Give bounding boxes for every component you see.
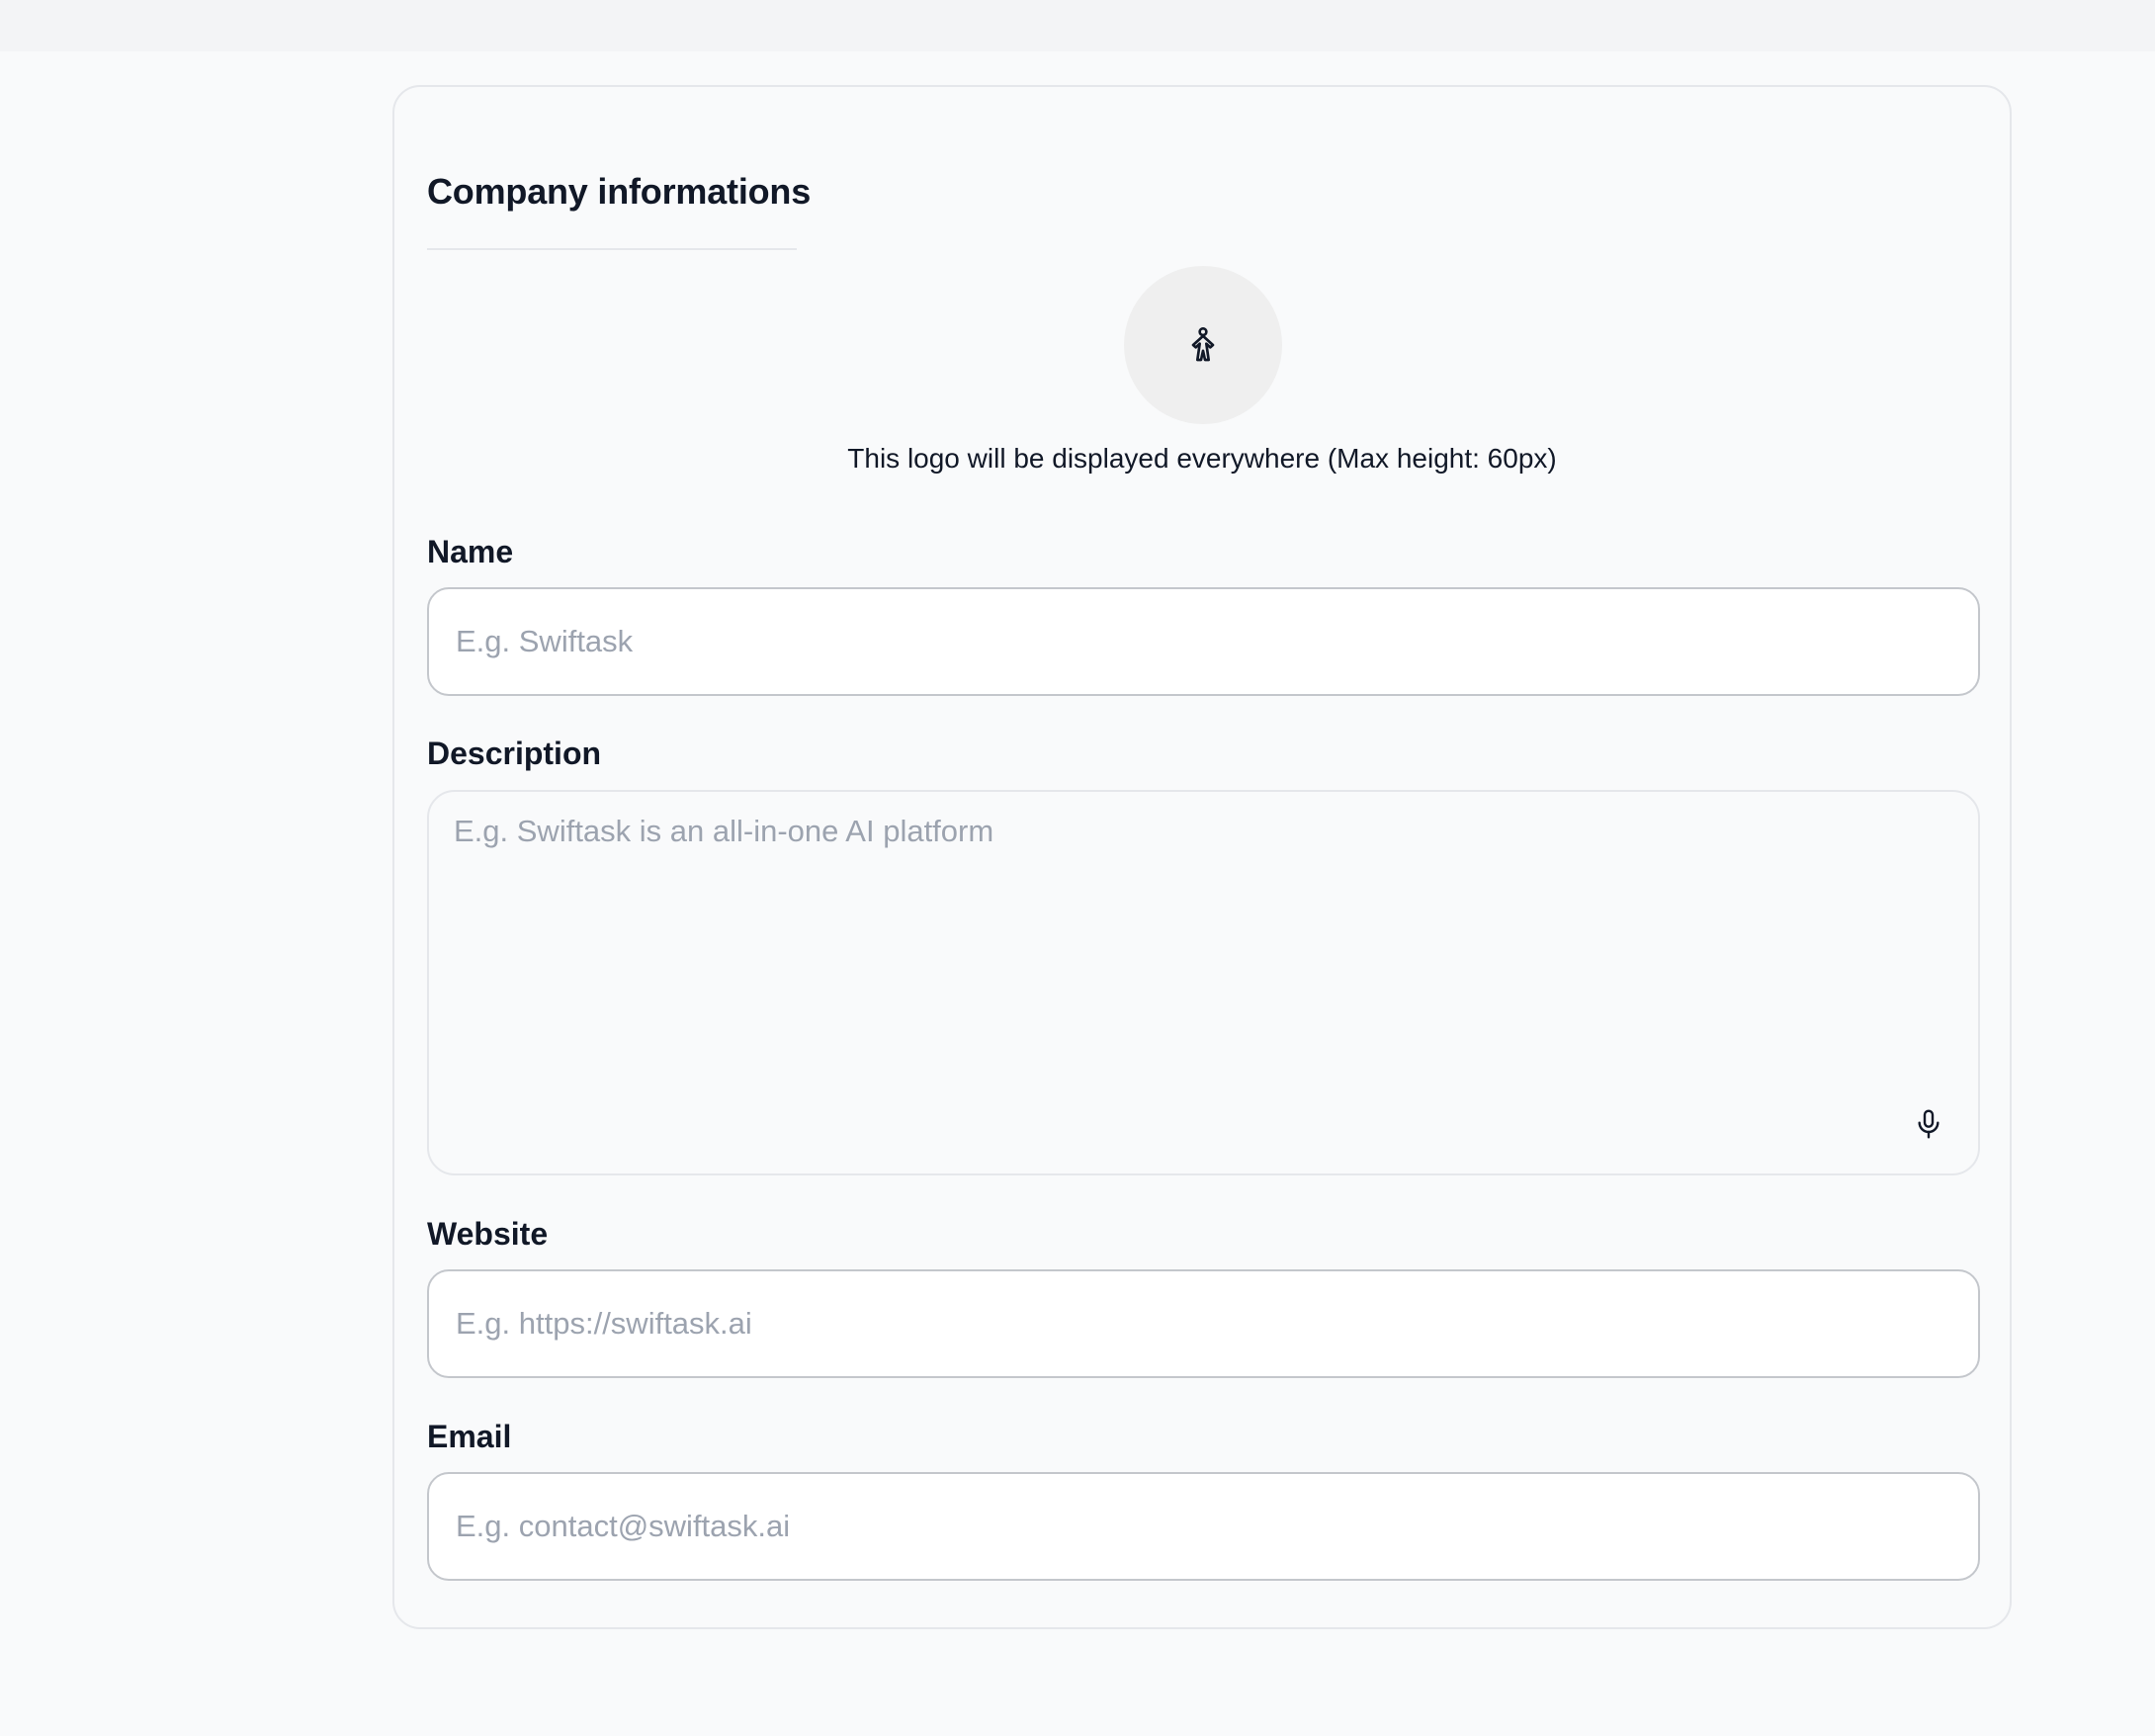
description-label: Description: [427, 736, 602, 771]
website-label: Website: [427, 1216, 549, 1252]
description-field: [427, 790, 1980, 1175]
description-textarea[interactable]: [429, 792, 1978, 1173]
website-input[interactable]: [427, 1269, 1980, 1378]
logo-caption: This logo will be displayed everywhere (…: [847, 443, 1557, 474]
name-label: Name: [427, 534, 514, 569]
company-info-card: Company informations This logo will be d…: [392, 85, 2012, 1629]
microphone-icon: [1918, 1109, 1940, 1139]
voice-input-button[interactable]: [1909, 1104, 1948, 1144]
name-input[interactable]: [427, 587, 1980, 696]
logo-upload[interactable]: [1124, 266, 1282, 424]
email-label: Email: [427, 1419, 512, 1454]
email-input[interactable]: [427, 1472, 1980, 1581]
person-icon: [1191, 327, 1215, 362]
top-bar: [0, 0, 2155, 51]
title-underline: [427, 248, 797, 250]
section-title: Company informations: [427, 171, 812, 212]
